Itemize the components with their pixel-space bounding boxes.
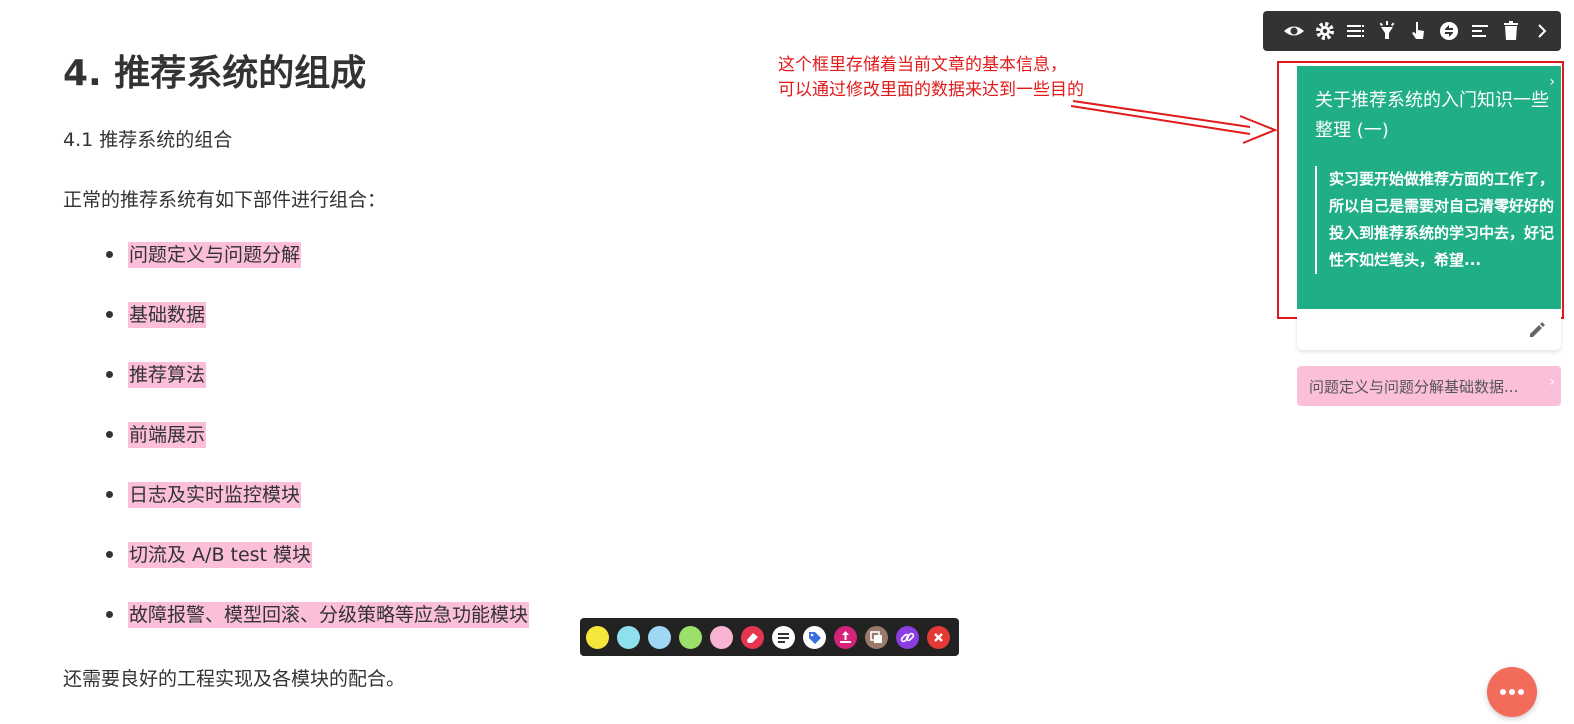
upload-icon[interactable] <box>834 626 857 649</box>
more-icon <box>1509 689 1515 695</box>
swatch-pink[interactable] <box>710 626 733 649</box>
tag-icon[interactable] <box>803 626 826 649</box>
highlight-entry[interactable]: 问题定义与问题分解基础数据... › <box>1297 366 1561 406</box>
more-icon <box>1500 689 1506 695</box>
pencil-icon[interactable] <box>1527 320 1547 344</box>
swatch-cyan[interactable] <box>617 626 640 649</box>
swatch-yellow[interactable] <box>586 626 609 649</box>
chevron-right-icon[interactable]: › <box>1549 374 1555 390</box>
note-edit-area[interactable] <box>1297 313 1561 350</box>
note-icon[interactable] <box>772 626 795 649</box>
link-icon[interactable] <box>896 626 919 649</box>
annotation-frame <box>1277 61 1564 319</box>
highlight-entry-text: 问题定义与问题分解基础数据... <box>1309 378 1519 396</box>
swatch-green[interactable] <box>679 626 702 649</box>
close-icon[interactable] <box>927 626 950 649</box>
swatch-light-blue[interactable] <box>648 626 671 649</box>
more-button[interactable] <box>1487 667 1537 717</box>
highlight-color-bar <box>580 618 959 656</box>
more-icon <box>1518 689 1524 695</box>
copy-icon[interactable] <box>865 626 888 649</box>
eraser-icon[interactable] <box>741 626 764 649</box>
